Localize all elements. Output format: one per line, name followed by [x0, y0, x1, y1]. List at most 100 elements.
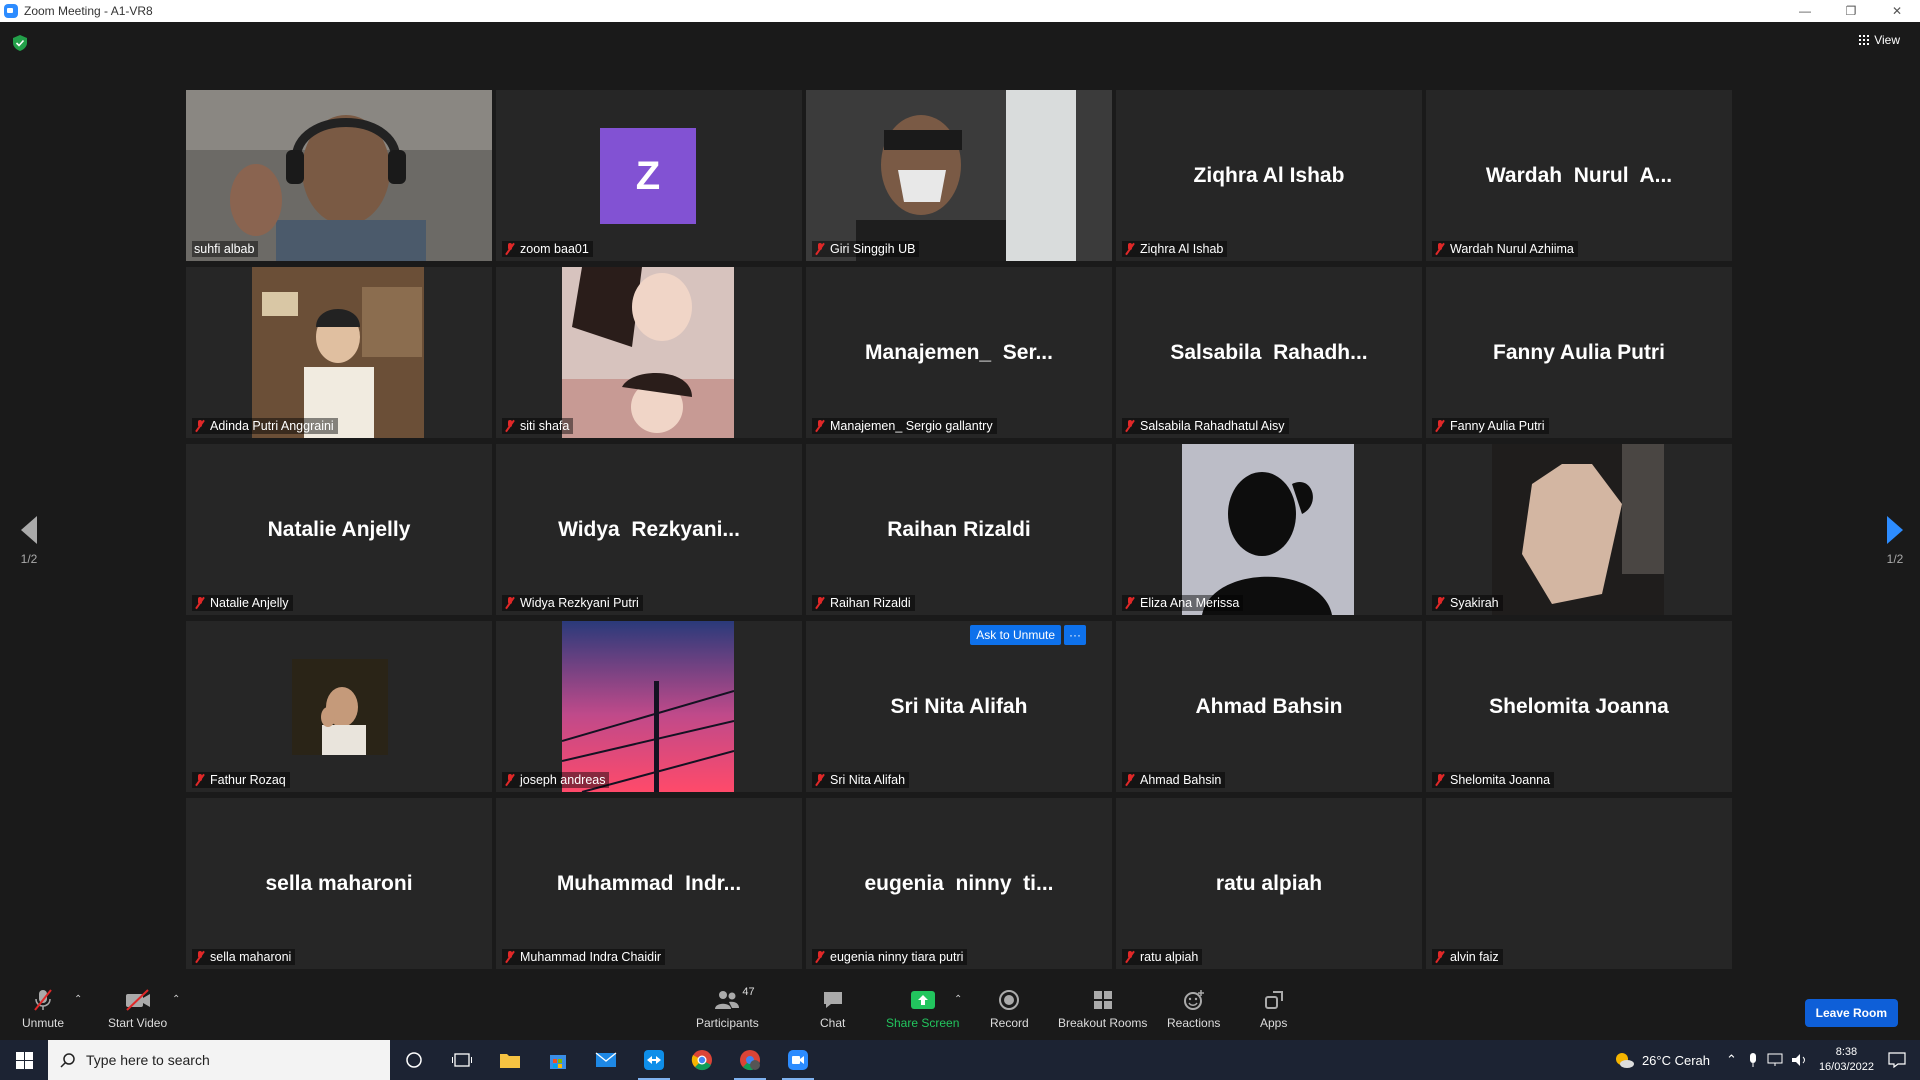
participant-tile[interactable]: Wardah Nurul A... Wardah Nurul Azhiima — [1426, 90, 1732, 261]
participant-name: joseph andreas — [520, 773, 606, 787]
chrome-app[interactable] — [678, 1040, 726, 1080]
participant-name: Shelomita Joanna — [1450, 773, 1551, 787]
mic-muted-icon — [194, 774, 206, 786]
ask-to-unmute-button[interactable]: Ask to Unmute — [970, 625, 1061, 645]
start-video-button[interactable]: Start Video — [108, 988, 167, 1030]
participant-tile[interactable]: Fanny Aulia Putri Fanny Aulia Putri — [1426, 267, 1732, 438]
participant-tile[interactable]: siti shafa — [496, 267, 802, 438]
leave-room-button[interactable]: Leave Room — [1804, 999, 1898, 1027]
participant-tile[interactable]: sella maharoni sella maharoni — [186, 798, 492, 969]
task-view-button[interactable] — [438, 1040, 486, 1080]
video-options-caret[interactable]: ⌃ — [172, 994, 180, 1005]
video-feed — [562, 267, 734, 438]
apps-label: Apps — [1260, 1016, 1288, 1030]
participants-button[interactable]: 47 Participants — [696, 986, 759, 1030]
audio-options-caret[interactable]: ⌃ — [74, 994, 82, 1005]
breakout-rooms-icon — [1092, 988, 1114, 1012]
participant-name: Fanny Aulia Putri — [1450, 419, 1545, 433]
teamviewer-app[interactable] — [630, 1040, 678, 1080]
participant-name-label: Fanny Aulia Putri — [1432, 418, 1549, 434]
participant-name: Ahmad Bahsin — [1140, 773, 1222, 787]
participant-name-label: Ahmad Bahsin — [1122, 772, 1226, 788]
unmute-button[interactable]: Unmute — [22, 988, 64, 1030]
participant-tile[interactable]: ratu alpiah ratu alpiah — [1116, 798, 1422, 969]
view-button[interactable]: View — [1859, 33, 1900, 47]
breakout-rooms-button[interactable]: Breakout Rooms — [1058, 988, 1147, 1030]
participant-tile[interactable]: Raihan Rizaldi Raihan Rizaldi — [806, 444, 1112, 615]
participant-tile[interactable]: Muhammad Indr... Muhammad Indra Chaidir — [496, 798, 802, 969]
participant-display-name: Ziqhra Al Ishab — [1193, 163, 1345, 187]
mic-muted-icon — [504, 243, 516, 255]
participant-display-name: Wardah Nurul A... — [1485, 163, 1673, 187]
participant-tile[interactable]: Syakirah — [1426, 444, 1732, 615]
taskbar-search-box[interactable]: Type here to search — [48, 1040, 390, 1080]
system-tray: 26°C Cerah ⌃ 8:38 16/03/2022 — [1614, 1040, 1920, 1080]
mic-muted-icon — [504, 774, 516, 786]
participant-display-name: eugenia ninny ti... — [864, 871, 1054, 895]
mic-muted-icon — [814, 420, 826, 432]
title-bar: Zoom Meeting - A1-VR8 — ❐ ✕ — [0, 0, 1920, 22]
restore-button[interactable]: ❐ — [1828, 0, 1874, 22]
participant-name: siti shafa — [520, 419, 570, 433]
taskbar-clock[interactable]: 8:38 16/03/2022 — [1819, 1045, 1874, 1075]
participant-tile[interactable]: Eliza Ana Merissa — [1116, 444, 1422, 615]
unmute-label: Unmute — [22, 1016, 65, 1030]
shield-icon[interactable] — [13, 35, 27, 51]
meeting-area: View 1/2 1/2 suhfi albab Zzoom baa01 Giri … — [0, 22, 1920, 982]
page-indicator-right: 1/2 — [1886, 552, 1904, 566]
participant-display-name: Manajemen_ Ser... — [865, 340, 1053, 364]
mic-muted-icon — [194, 420, 206, 432]
close-button[interactable]: ✕ — [1874, 0, 1920, 22]
participant-tile[interactable]: suhfi albab — [186, 90, 492, 261]
share-screen-button[interactable]: Share Screen — [886, 988, 959, 1030]
chat-button[interactable]: Chat — [820, 988, 845, 1030]
record-button[interactable]: Record — [990, 988, 1029, 1030]
reactions-button[interactable]: Reactions — [1167, 988, 1220, 1030]
chrome-profile-icon — [740, 1050, 760, 1071]
participant-tile[interactable]: Zzoom baa01 — [496, 90, 802, 261]
chrome-profile-app[interactable] — [726, 1040, 774, 1080]
file-explorer-app[interactable] — [486, 1040, 534, 1080]
share-options-caret[interactable]: ⌃ — [954, 994, 962, 1005]
cortana-button[interactable] — [390, 1040, 438, 1080]
mail-icon — [595, 1052, 617, 1067]
zoom-app[interactable] — [774, 1040, 822, 1080]
participant-tile[interactable]: Salsabila Rahadh... Salsabila Rahadhatul … — [1116, 267, 1422, 438]
zoom-app-icon — [4, 4, 18, 18]
participant-tile[interactable]: Sri Nita Alifah Ask to Unmute ··· Sri Nita … — [806, 621, 1112, 792]
participant-name: Wardah Nurul Azhiima — [1450, 242, 1574, 256]
participant-tile[interactable]: Natalie Anjelly Natalie Anjelly — [186, 444, 492, 615]
microphone-icon[interactable] — [1747, 1052, 1759, 1068]
participant-tile[interactable]: Ziqhra Al Ishab Ziqhra Al Ishab — [1116, 90, 1422, 261]
participant-tile[interactable]: Shelomita Joanna Shelomita Joanna — [1426, 621, 1732, 792]
participant-tile[interactable]: alvin faiz — [1426, 798, 1732, 969]
participant-tile[interactable]: Giri Singgih UB — [806, 90, 1112, 261]
participant-name: Ziqhra Al Ishab — [1140, 242, 1224, 256]
participant-tile[interactable]: joseph andreas — [496, 621, 802, 792]
next-page-button[interactable]: 1/2 — [1880, 516, 1910, 566]
participant-name-label: Natalie Anjelly — [192, 595, 293, 611]
participant-tile[interactable]: Ahmad Bahsin Ahmad Bahsin — [1116, 621, 1422, 792]
show-hidden-icons[interactable]: ⌃ — [1726, 1052, 1737, 1068]
participant-name-label: Giri Singgih UB — [812, 241, 920, 257]
mail-app[interactable] — [582, 1040, 630, 1080]
participant-tile[interactable]: Fathur Rozaq — [186, 621, 492, 792]
participant-name-label: Fathur Rozaq — [192, 772, 290, 788]
store-app[interactable] — [534, 1040, 582, 1080]
more-options-button[interactable]: ··· — [1064, 625, 1086, 645]
participant-tile[interactable]: Manajemen_ Ser... Manajemen_ Sergio galla… — [806, 267, 1112, 438]
participant-name: Eliza Ana Merissa — [1140, 596, 1240, 610]
volume-icon[interactable] — [1791, 1053, 1809, 1067]
start-button[interactable] — [0, 1040, 48, 1080]
minimize-button[interactable]: — — [1782, 0, 1828, 22]
participant-tile[interactable]: Widya Rezkyani... Widya Rezkyani Putri — [496, 444, 802, 615]
notification-icon[interactable] — [1888, 1052, 1906, 1068]
participants-label: Participants — [696, 1016, 759, 1030]
apps-button[interactable]: Apps — [1260, 988, 1287, 1030]
participant-tile[interactable]: eugenia ninny ti... eugenia ninny tiara p… — [806, 798, 1112, 969]
previous-page-button[interactable]: 1/2 — [14, 516, 44, 566]
network-icon[interactable] — [1767, 1053, 1785, 1067]
participant-tile[interactable]: Adinda Putri Anggraini — [186, 267, 492, 438]
participants-count: 47 — [742, 986, 755, 998]
apps-icon — [1263, 988, 1285, 1012]
